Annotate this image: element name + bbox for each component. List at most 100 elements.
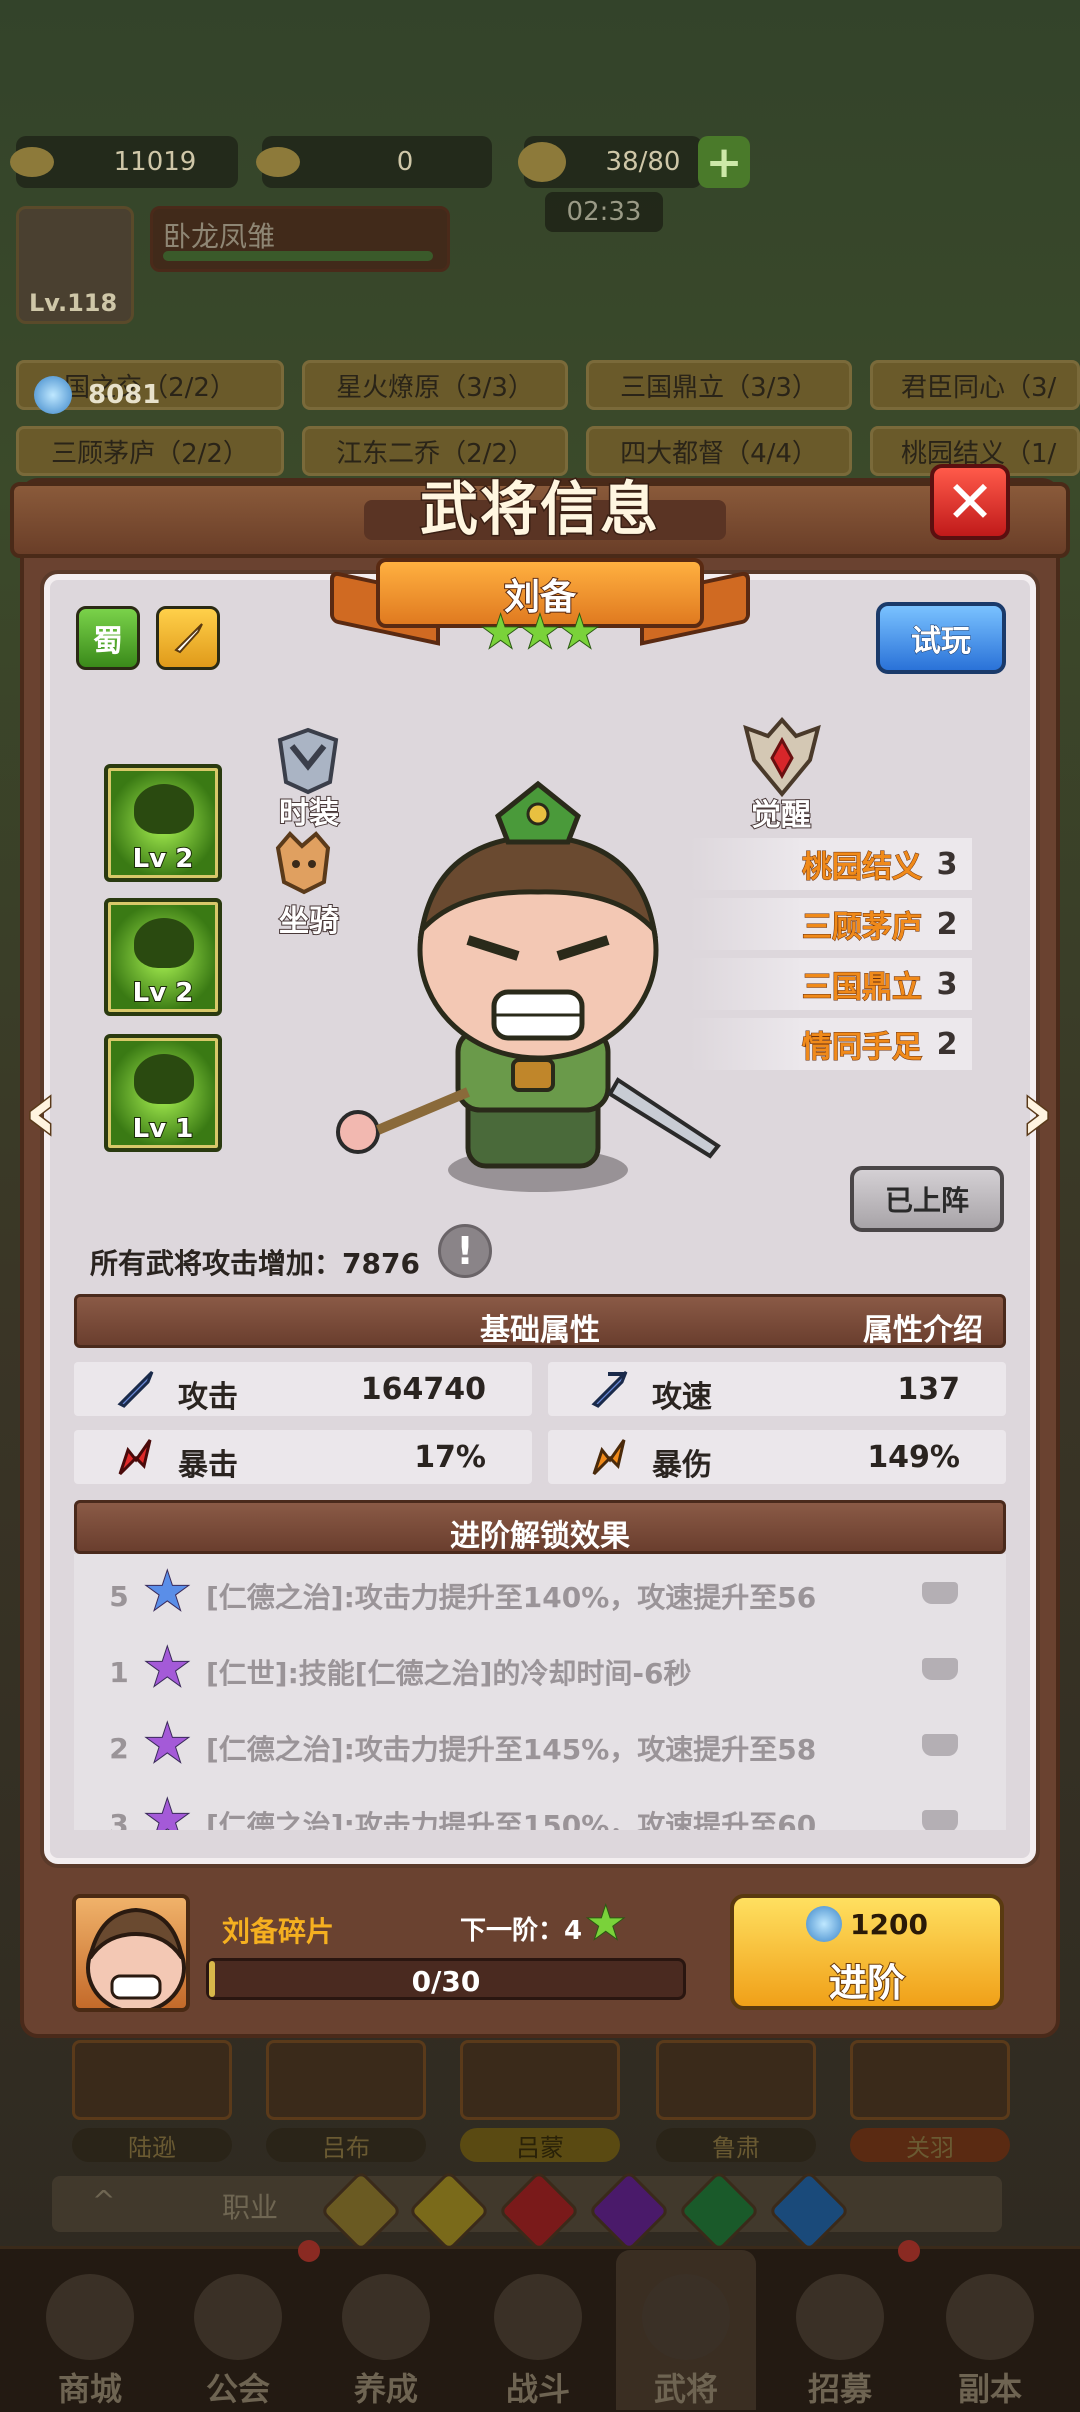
advance-button[interactable]: 1200 进阶 xyxy=(730,1894,1004,2010)
bond-tab[interactable]: 星火燎原（3/3） xyxy=(302,360,568,410)
nav-dungeon[interactable]: 副本 xyxy=(920,2250,1060,2410)
lock-icon xyxy=(922,1810,958,1830)
basic-attributes-header: 基础属性 属性介绍 xyxy=(74,1294,1006,1348)
bond-row: 桃园结义 3 xyxy=(690,838,972,890)
filter-label: 职业 xyxy=(222,2191,279,2224)
nav-battle[interactable]: 战斗 xyxy=(468,2250,608,2410)
hero-card[interactable] xyxy=(656,2040,816,2120)
skill-spirit-icon xyxy=(134,1054,194,1104)
fragment-progress-bar: 0/30 xyxy=(206,1958,686,2000)
hero-card-name: 吕蒙 xyxy=(460,2128,620,2162)
hero-card-name: 陆逊 xyxy=(72,2128,232,2162)
bond-tab[interactable]: 三国鼎立（3/3） xyxy=(586,360,852,410)
hero-card[interactable] xyxy=(850,2040,1010,2120)
shop-coin-icon xyxy=(46,2274,134,2360)
stat-crit: 暴击 17% xyxy=(74,1430,532,1484)
fragment-name: 刘备碎片 xyxy=(222,1915,335,1948)
stat-attack-speed: 攻速 137 xyxy=(548,1362,1006,1416)
star-icon: ★ xyxy=(585,1898,626,1949)
advance-unlock-list[interactable]: 5 ★ [仁德之治]:攻击力提升至140%，攻速提升至56 1 ★ [仁世]:技… xyxy=(74,1554,1006,1830)
hero-star-rating: ★ ★ ★ xyxy=(480,607,600,659)
nav-recruit[interactable]: 招募 xyxy=(770,2250,910,2410)
unlock-row: 1 ★ [仁世]:技能[仁德之治]的冷却时间-6秒 xyxy=(74,1630,1006,1706)
fragment-progress: 刘备碎片 下一阶：4 ★ 0/30 xyxy=(206,1898,686,2000)
train-swirl-icon xyxy=(342,2274,430,2360)
lock-icon xyxy=(922,1582,958,1604)
recruit-scroll-icon xyxy=(796,2274,884,2360)
skill-spirit-icon xyxy=(134,784,194,834)
hero-fragment-portrait xyxy=(72,1894,190,2012)
unlock-row: 3 ★ [仁德之治]:攻击力提升至150%，攻速提升至60 xyxy=(74,1782,1006,1830)
global-attack-bonus: 所有武将攻击增加：7876 xyxy=(90,1247,420,1280)
info-icon[interactable]: ! xyxy=(438,1224,492,1278)
nav-shop[interactable]: 商城 xyxy=(20,2250,160,2410)
stat-attack: 攻击 164740 xyxy=(74,1362,532,1416)
hero-card[interactable] xyxy=(72,2040,232,2120)
hero-character-portrait xyxy=(336,780,721,1192)
notification-dot xyxy=(898,2240,920,2262)
attribute-info-link[interactable]: 属性介绍 xyxy=(863,1305,983,1349)
awaken-crest-icon[interactable] xyxy=(738,716,826,800)
stat-crit-damage: 暴伤 149% xyxy=(548,1430,1006,1484)
close-button[interactable]: ✕ xyxy=(930,464,1010,540)
awaken-label: 觉醒 xyxy=(750,797,812,834)
trial-button[interactable]: 试玩 xyxy=(876,602,1006,674)
section-title: 进阶解锁效果 xyxy=(450,1519,630,1554)
bond-row: 三顾茅庐 2 xyxy=(690,898,972,950)
dungeon-gate-icon xyxy=(946,2274,1034,2360)
nav-guild[interactable]: 公会 xyxy=(168,2250,308,2410)
sword-icon xyxy=(117,1370,154,1408)
prev-hero-arrow[interactable]: ‹ xyxy=(14,1063,68,1159)
star-icon: ★ xyxy=(519,607,560,659)
close-icon: ✕ xyxy=(945,468,995,536)
add-stamina-button[interactable]: + xyxy=(698,136,750,188)
deployed-button[interactable]: 已上阵 xyxy=(850,1166,1004,1232)
hero-card-name: 吕布 xyxy=(266,2128,426,2162)
bond-row: 三国鼎立 3 xyxy=(690,958,972,1010)
bond-tab[interactable]: 君臣同心（3/ xyxy=(870,360,1080,410)
faction-shu-badge: 蜀 xyxy=(76,606,140,670)
advance-label: 进阶 xyxy=(828,1960,906,2006)
bond-row: 情同手足 2 xyxy=(690,1018,972,1070)
player-avatar[interactable]: Lv.118 xyxy=(16,206,134,324)
skill-spirit-icon xyxy=(134,918,194,968)
collapse-chevron-icon[interactable]: ^ xyxy=(92,2184,115,2217)
unlock-row: 2 ★ [仁德之治]:攻击力提升至145%，攻速提升至58 xyxy=(74,1706,1006,1782)
star-icon: ★ xyxy=(559,607,600,659)
gem-counter: 8081 xyxy=(34,376,160,414)
nav-heroes[interactable]: 武将 xyxy=(616,2250,756,2410)
tier-star-icon: ★ xyxy=(143,1638,192,1698)
star-icon: ★ xyxy=(480,607,521,659)
next-hero-arrow[interactable]: › xyxy=(1010,1063,1064,1159)
lock-icon xyxy=(922,1734,958,1756)
skill-slot[interactable]: Lv 2 xyxy=(104,764,222,882)
player-name: 卧龙凤雏 xyxy=(163,220,276,253)
gold-ingot-icon xyxy=(10,147,54,177)
advance-cost: 1200 xyxy=(734,1906,1000,1942)
notification-dot xyxy=(298,2240,320,2262)
skill-slot[interactable]: Lv 1 xyxy=(104,1034,222,1152)
crit-damage-icon xyxy=(592,1439,626,1476)
hero-card-name: 鲁肃 xyxy=(656,2128,816,2162)
gold-resource: 11019 xyxy=(10,136,238,188)
hero-card[interactable] xyxy=(266,2040,426,2120)
speed-sword-icon xyxy=(591,1370,628,1408)
hero-card-name: 关羽 xyxy=(850,2128,1010,2162)
crit-icon xyxy=(118,1439,152,1476)
bond-tab[interactable]: 三顾茅庐（2/2） xyxy=(16,426,284,476)
stamina-timer: 02:33 xyxy=(545,192,663,232)
ticket-icon xyxy=(256,147,300,177)
tier-star-icon: ★ xyxy=(143,1790,192,1830)
hero-card[interactable] xyxy=(460,2040,620,2120)
skill-slot[interactable]: Lv 2 xyxy=(104,898,222,1016)
gem-icon xyxy=(806,1906,843,1942)
nav-train[interactable]: 养成 xyxy=(316,2250,456,2410)
next-tier-label: 下一阶：4 xyxy=(460,1916,583,1946)
stamina-bun-icon xyxy=(518,142,566,182)
gem-icon xyxy=(34,376,72,414)
advance-unlock-header: 进阶解锁效果 xyxy=(74,1500,1006,1554)
stamina-resource: 38/80 xyxy=(518,136,702,188)
heroes-helmet-icon xyxy=(642,2274,730,2360)
ticket-resource: 0 xyxy=(256,136,492,188)
tier-star-icon: ★ xyxy=(143,1714,192,1774)
